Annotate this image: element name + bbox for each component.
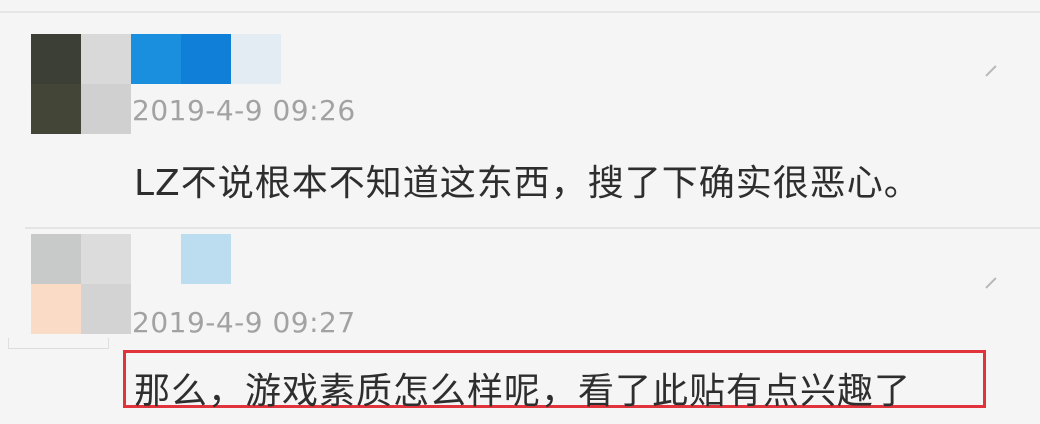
avatar-shadow: [8, 338, 109, 349]
comment-timestamp: 2019-4-9 09:27: [132, 306, 356, 339]
avatar-pixel: [81, 84, 131, 134]
comment-text: 那么，游戏素质怎么样呢，看了此贴有点兴趣了: [134, 371, 912, 412]
comment-item: 2019-4-9 09:26 LZ不说根本不知道这东西，搜了下确实很恶心。: [0, 13, 1040, 227]
avatar-pixel: [31, 284, 81, 334]
username-mosaic[interactable]: [131, 34, 281, 84]
avatar-pixel: [31, 34, 81, 84]
comment-text: LZ不说根本不知道这东西，搜了下确实很恶心。: [134, 163, 921, 204]
avatar-pixel: [81, 284, 131, 334]
username-pixel: [131, 34, 181, 84]
comment-timestamp: 2019-4-9 09:26: [132, 94, 356, 127]
username-pixel: [181, 34, 231, 84]
avatar-pixel: [81, 234, 131, 284]
chevron-icon[interactable]: [975, 267, 997, 289]
chevron-icon[interactable]: [975, 55, 997, 77]
comment-item: 2019-4-9 09:27 那么，游戏素质怎么样呢，看了此贴有点兴趣了: [0, 229, 1040, 424]
username-pixel: [231, 34, 281, 84]
username-pixel: [131, 234, 181, 284]
username-pixel: [231, 234, 281, 284]
avatar-pixel: [81, 34, 131, 84]
avatar[interactable]: [31, 234, 131, 334]
avatar-pixel: [31, 234, 81, 284]
username-mosaic[interactable]: [131, 234, 281, 284]
avatar[interactable]: [31, 34, 131, 134]
avatar-pixel: [31, 84, 81, 134]
username-pixel: [181, 234, 231, 284]
